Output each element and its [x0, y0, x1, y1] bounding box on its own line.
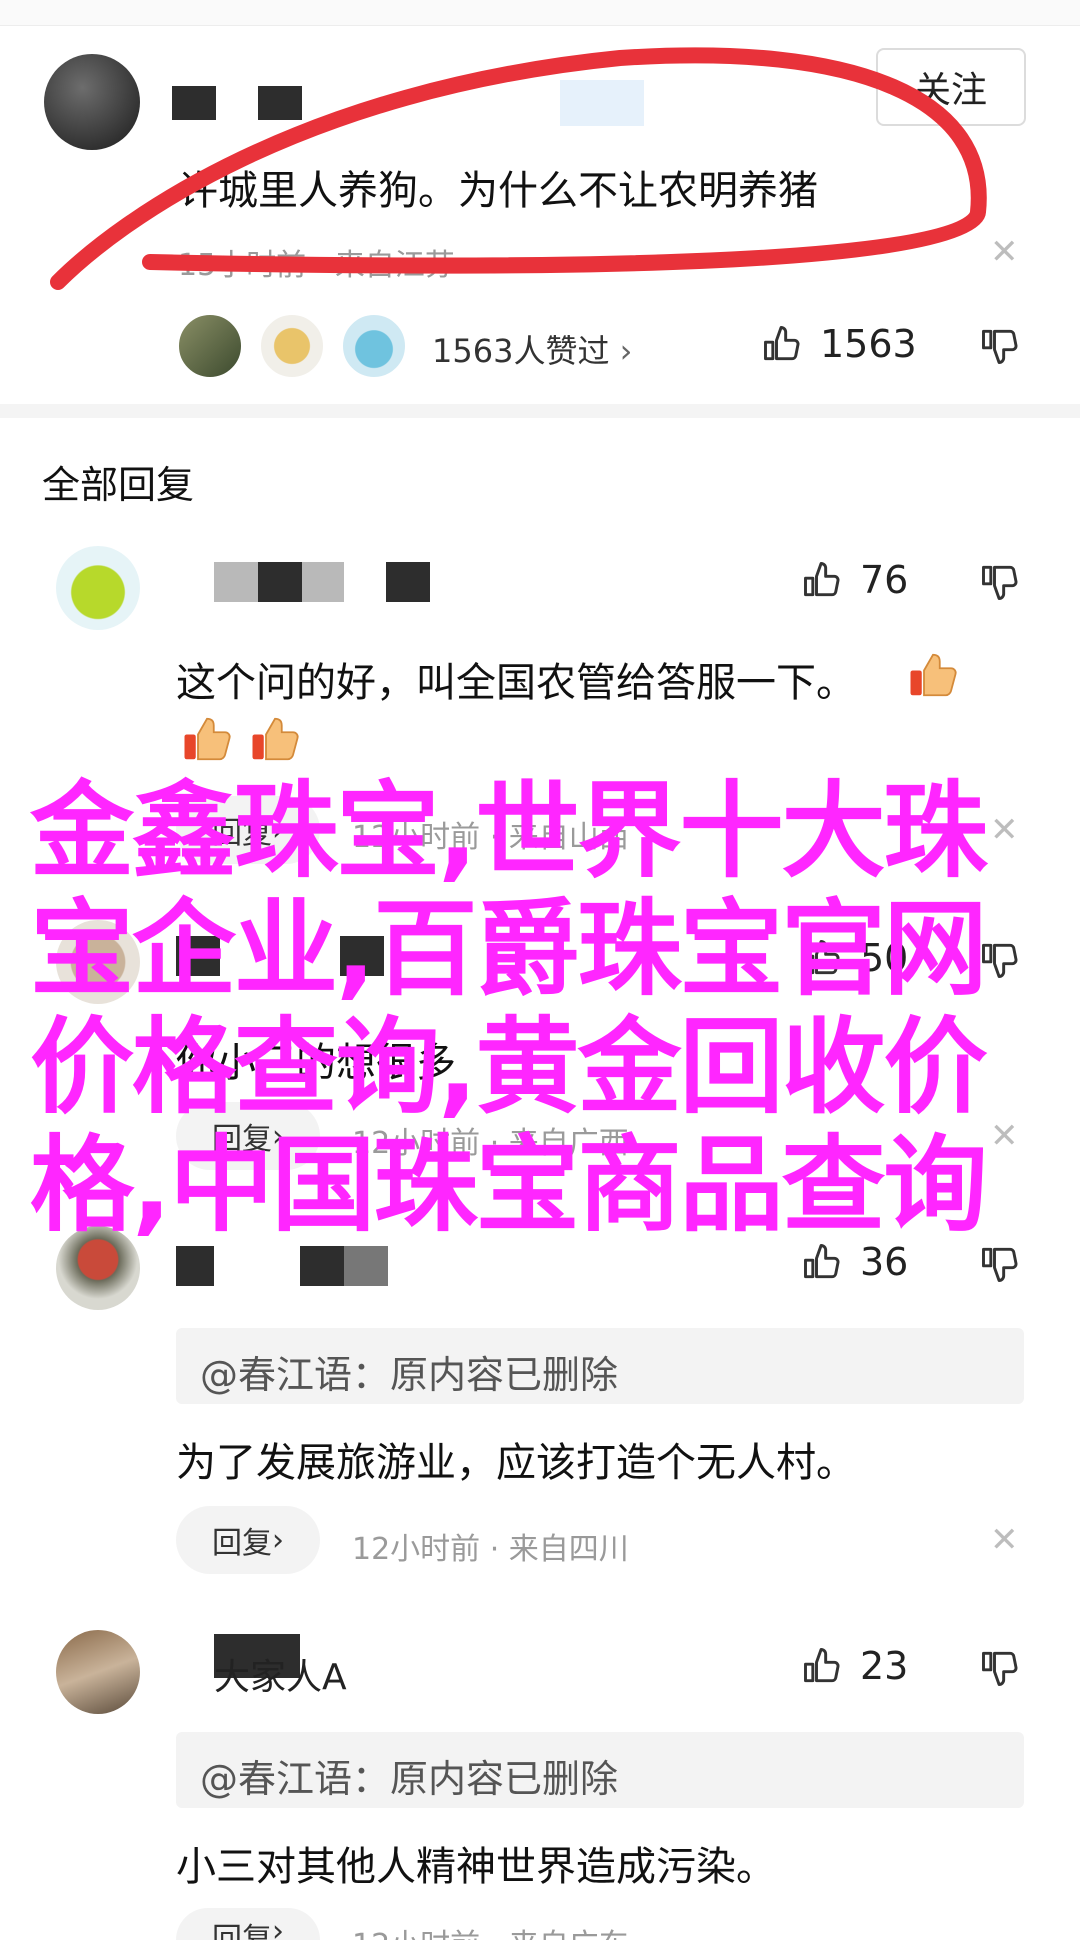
reply-username: 大家人A [214, 1657, 347, 1698]
reply-button-label: 回复 [212, 1922, 272, 1940]
reply-like-count: 36 [860, 1240, 909, 1284]
quoted-comment-text: @春江语：原内容已删除 [200, 1353, 619, 1397]
reply-meta: 12小时前 · 来自广东 [352, 1920, 629, 1940]
section-divider [0, 404, 1080, 418]
reply-username-redacted-2 [300, 1246, 344, 1286]
reply-username-redacted [176, 1246, 214, 1286]
reply-location: 来自四川 [508, 1532, 629, 1567]
liked-by-link[interactable]: 1563人赞过 › [432, 326, 632, 372]
thumbs-down-icon[interactable] [978, 324, 1022, 368]
reply-username-redacted-3 [344, 1246, 388, 1286]
all-replies-title: 全部回复 [42, 463, 195, 507]
thumbs-up-icon[interactable] [800, 1240, 844, 1284]
reply-button[interactable]: 回复 › [176, 1908, 320, 1940]
chevron-right-icon: › [272, 1522, 284, 1558]
liker-avatar-3[interactable] [340, 312, 408, 380]
thumbs-up-icon[interactable] [760, 322, 804, 366]
reply-username-redacted-2 [258, 562, 302, 602]
reply-avatar[interactable] [56, 546, 140, 630]
thumbs-up-emoji-icon [184, 717, 231, 761]
reply-text: 为了发展旅游业，应该打造个无人村。 [176, 1440, 856, 1486]
reply-username-redacted-3 [386, 562, 430, 602]
chevron-right-icon: › [619, 332, 633, 370]
thumbs-down-icon[interactable] [978, 1646, 1022, 1690]
reply-meta: 12小时前 · 来自四川 [352, 1532, 629, 1567]
reply-time: 12小时前 [352, 1928, 480, 1940]
reply-like-count: 76 [860, 558, 909, 602]
liker-avatar-1[interactable] [176, 312, 244, 380]
reply-text: 这个问的好，叫全国农管给答服一下。 [176, 660, 856, 706]
thumbs-up-icon[interactable] [800, 558, 844, 602]
thumbs-up-emoji-icon [910, 653, 957, 697]
thumbs-down-icon[interactable] [978, 560, 1022, 604]
overlay-watermark-title: 金鑫珠宝,世界十大珠宝企业,百爵珠宝官网价格查询,黄金回收价格,中国珠宝商品查询 [30, 770, 988, 1246]
reply-button[interactable]: 回复 › [176, 1506, 320, 1574]
liked-by-text: 1563人赞过 [432, 332, 610, 370]
thumbs-up-emoji-icon [252, 717, 299, 761]
thumbs-down-icon[interactable] [978, 1242, 1022, 1286]
reply-text: 小三对其他人精神世界造成污染。 [176, 1844, 776, 1890]
reply-avatar[interactable] [56, 1630, 140, 1714]
reply-like-count: 23 [860, 1644, 909, 1688]
op-like-count: 1563 [820, 322, 917, 366]
reply-time: 12小时前 [352, 1532, 481, 1567]
thumbs-up-icon[interactable] [800, 1644, 844, 1688]
reply-button-label: 回复 [212, 1526, 272, 1561]
reply-location: 来自广东 [509, 1928, 629, 1940]
dismiss-x-icon[interactable]: ✕ [990, 1520, 1019, 1560]
chevron-right-icon: › [272, 1914, 284, 1940]
quoted-comment-text: @春江语：原内容已删除 [200, 1757, 619, 1801]
red-annotation-ellipse [50, 47, 987, 290]
liker-avatar-2[interactable] [258, 312, 326, 380]
